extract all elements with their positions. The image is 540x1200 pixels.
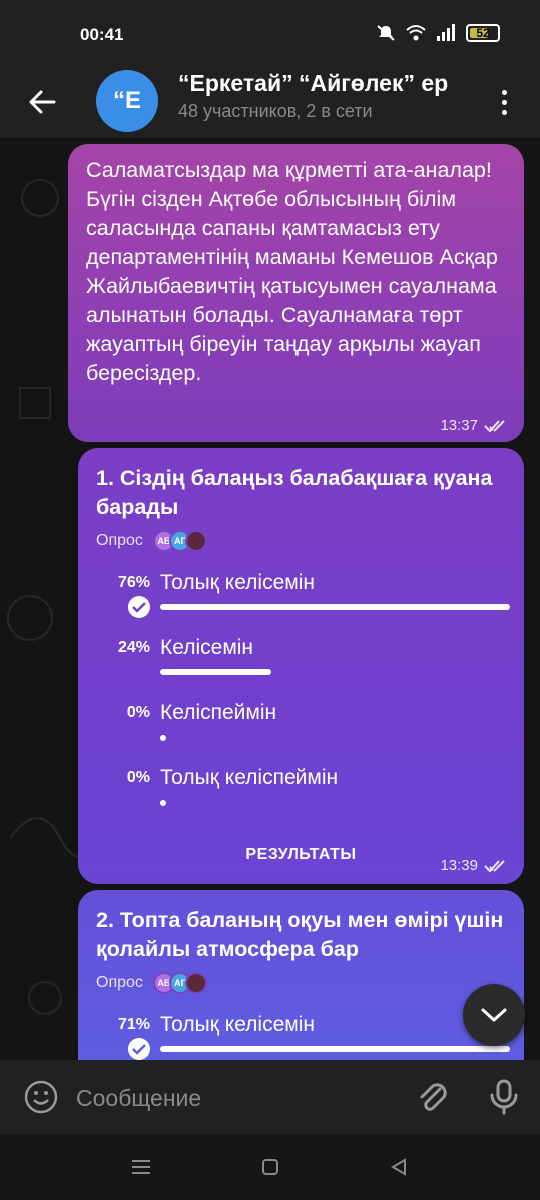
option-bar [160, 669, 271, 675]
poll-type: Опрос [96, 974, 143, 991]
system-nav-bar [0, 1134, 540, 1200]
poll-card[interactable]: 1. Сіздің балаңыз балабақшаға қуана бара… [78, 448, 524, 884]
more-vert-icon [501, 89, 507, 95]
message-text: Саламатсыздар ма құрметті ата-аналар! Бү… [86, 158, 498, 385]
option-label: Толық келісемін [160, 571, 315, 594]
scroll-down-button[interactable] [463, 984, 525, 1046]
status-icons: 52 [376, 24, 500, 42]
poll-option[interactable]: 24% Келісемін [96, 636, 506, 704]
back-arrow-icon [29, 90, 56, 114]
chat-avatar[interactable]: “Е [96, 70, 158, 132]
attach-icon[interactable] [412, 1077, 452, 1117]
poll-voters: АБ АГ [152, 530, 207, 552]
voter-avatar [184, 972, 207, 994]
nav-menu-button[interactable] [128, 1154, 154, 1180]
message-meta: 13:37 [440, 417, 510, 434]
signal-icon [437, 24, 455, 41]
poll-option[interactable]: 0% Келіспеймін [96, 701, 506, 769]
check-icon [128, 1038, 150, 1060]
voter-avatar [184, 530, 207, 552]
option-percent: 0% [126, 769, 150, 786]
battery-icon: 52 [466, 24, 500, 42]
back-button[interactable] [22, 82, 62, 122]
option-bar-empty [160, 800, 166, 806]
poll-voters: АБ АГ [152, 972, 207, 994]
mute-icon [377, 25, 395, 41]
double-check-icon [484, 419, 505, 432]
poll-card[interactable]: 2. Топта баланың оқуы мен өмірі үшін қол… [78, 890, 524, 1060]
option-label: Келіспеймін [160, 701, 277, 724]
option-bar [160, 1046, 510, 1052]
chat-header: “Е “Еркетай” “Айгөлек” ер 48 участников,… [0, 70, 540, 138]
option-label: Келісемін [160, 636, 254, 659]
battery-level: 52 [476, 26, 490, 40]
poll-time: 13:39 [440, 857, 478, 874]
nav-back-button[interactable] [386, 1154, 412, 1180]
nav-home-icon [262, 1159, 278, 1175]
option-label: Толық келіспеймін [160, 766, 339, 789]
option-percent: 24% [117, 639, 150, 656]
double-check-icon [484, 859, 505, 872]
emoji-icon[interactable] [22, 1078, 60, 1116]
nav-home-button[interactable] [257, 1154, 283, 1180]
option-bar-empty [160, 735, 166, 741]
poll-meta-time: 13:39 [440, 857, 510, 874]
poll-question: 2. Топта баланың оқуы мен өмірі үшін қол… [96, 908, 504, 961]
nav-back-icon [391, 1158, 406, 1176]
poll-option[interactable]: 71% Толық келісемін [96, 1013, 510, 1060]
more-menu-button[interactable] [492, 82, 516, 122]
option-bar [160, 604, 510, 610]
wifi-icon [406, 25, 426, 41]
chat-subtitle: 48 участников, 2 в сети [178, 101, 373, 121]
poll-option[interactable]: 0% Толық келіспеймін [96, 766, 506, 834]
poll-options: 71% Толық келісемін [96, 1013, 510, 1060]
check-icon [128, 596, 150, 618]
poll-meta: Опрос АБ АГ [96, 972, 506, 994]
option-label: Толық келісемін [160, 1013, 315, 1036]
status-bar: 00:41 52 [0, 0, 540, 70]
option-percent: 0% [126, 704, 150, 721]
option-percent: 71% [117, 1016, 150, 1033]
message-bubble[interactable]: Саламатсыздар ма құрметті ата-аналар! Бү… [68, 144, 524, 442]
option-percent: 76% [117, 574, 150, 591]
status-time: 00:41 [80, 25, 124, 44]
poll-meta: Опрос АБ АГ [96, 530, 506, 552]
poll-option[interactable]: 76% Толық келісемін [96, 571, 510, 639]
poll-options: 76% Толық келісемін 24% Келісемін 0% Кел… [96, 571, 510, 834]
message-time: 13:37 [440, 417, 478, 434]
message-input[interactable] [76, 1082, 376, 1114]
chat-title[interactable]: “Еркетай” “Айгөлек” ер [178, 70, 478, 97]
poll-type: Опрос [96, 532, 143, 549]
nav-menu-icon [132, 1160, 150, 1174]
message-composer [0, 1060, 540, 1134]
chat-area[interactable]: Саламатсыздар ма құрметті ата-аналар! Бү… [0, 138, 540, 1060]
chevron-down-icon [481, 1008, 507, 1022]
poll-question: 1. Сіздің балаңыз балабақшаға қуана бара… [96, 466, 493, 519]
mic-icon[interactable] [484, 1077, 524, 1117]
